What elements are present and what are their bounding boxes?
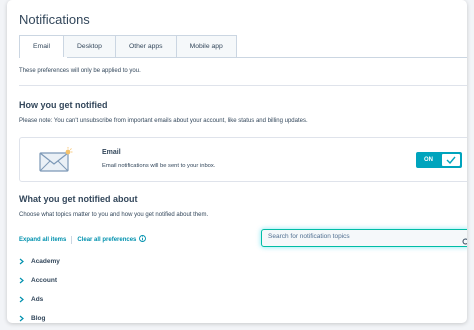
- category-academy[interactable]: Academy: [19, 258, 60, 265]
- notifications-panel: Notifications Email Desktop Other apps M…: [7, 0, 467, 323]
- toggle-state-label: ON: [424, 157, 433, 163]
- tab-desktop[interactable]: Desktop: [64, 35, 116, 58]
- tab-bar: Email Desktop Other apps Mobile app: [19, 35, 237, 58]
- envelope-icon: [38, 147, 74, 178]
- email-card-title: Email: [102, 149, 121, 156]
- expand-all-link[interactable]: Expand all items: [19, 237, 66, 243]
- what-notified-heading: What you get notified about: [19, 194, 138, 204]
- email-notifications-toggle[interactable]: ON: [416, 152, 462, 168]
- clear-all-link[interactable]: Clear all preferences: [77, 237, 136, 243]
- toggle-knob: [442, 154, 460, 166]
- preference-actions: Expand all items Clear all preferences: [19, 235, 147, 244]
- link-separator: [71, 235, 73, 244]
- topic-search-box: [261, 229, 467, 247]
- tabs-divider: [19, 57, 467, 58]
- how-notified-heading: How you get notified: [19, 100, 108, 110]
- what-notified-note: Choose what topics matter to you and how…: [19, 212, 209, 218]
- chevron-right-icon: [19, 296, 24, 303]
- tab-mobile-app[interactable]: Mobile app: [176, 35, 237, 58]
- how-notified-note: Please note: You can't unsubscribe from …: [19, 118, 308, 124]
- chevron-right-icon: [19, 277, 24, 284]
- tab-other-apps[interactable]: Other apps: [115, 35, 177, 58]
- category-label: Academy: [31, 258, 60, 265]
- category-label: Account: [31, 277, 57, 284]
- checkmark-icon: [446, 156, 456, 164]
- tab-email[interactable]: Email: [19, 35, 64, 58]
- email-channel-card: Email Email notifications will be sent t…: [19, 137, 467, 182]
- email-card-description: Email notifications will be sent to your…: [102, 163, 216, 169]
- chevron-right-icon: [19, 315, 24, 322]
- info-icon[interactable]: [139, 235, 147, 244]
- category-account[interactable]: Account: [19, 277, 57, 284]
- chevron-right-icon: [19, 258, 24, 265]
- section-divider: [19, 85, 467, 86]
- preferences-helper-text: These preferences will only be applied t…: [19, 68, 141, 74]
- category-label: Blog: [31, 315, 46, 322]
- category-ads[interactable]: Ads: [19, 296, 43, 303]
- search-icon[interactable]: [462, 234, 467, 252]
- page-title: Notifications: [19, 12, 90, 27]
- category-blog[interactable]: Blog: [19, 315, 45, 322]
- search-input[interactable]: [268, 233, 448, 240]
- category-label: Ads: [31, 296, 44, 303]
